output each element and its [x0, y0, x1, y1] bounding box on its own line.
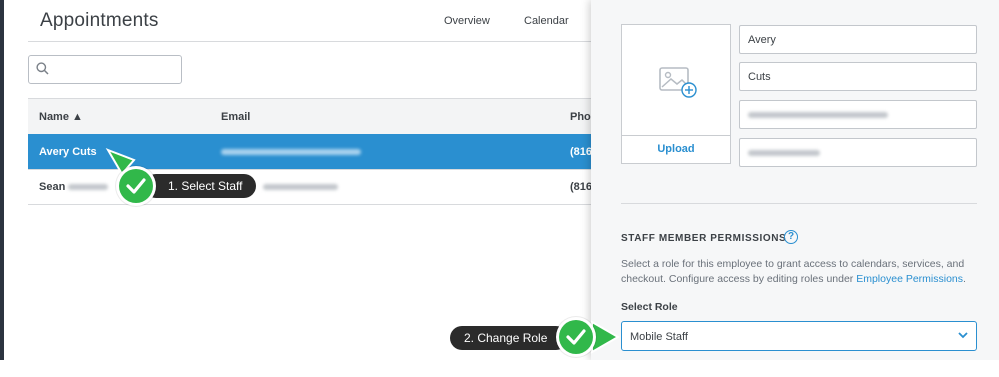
first-name-field[interactable]: Avery — [739, 25, 977, 54]
checkmark-icon — [566, 329, 586, 345]
image-add-icon — [659, 67, 697, 98]
phone-field[interactable] — [739, 138, 977, 167]
checkmark-badge — [116, 166, 156, 206]
email-redacted — [748, 112, 888, 118]
header-divider — [28, 41, 613, 42]
callout-step2: 2. Change Role — [450, 326, 568, 350]
row-email-redacted — [221, 149, 361, 155]
nav-calendar[interactable]: Calendar — [524, 15, 569, 27]
email-field[interactable] — [739, 100, 977, 129]
permissions-description: Select a role for this employee to grant… — [621, 257, 981, 287]
help-icon[interactable]: ? — [784, 230, 798, 244]
checkmark-icon — [126, 178, 146, 194]
callout-step1: 1. Select Staff — [144, 174, 256, 198]
column-header-name[interactable]: Name ▲ — [39, 111, 83, 123]
section-divider — [621, 203, 977, 204]
row-name: Avery Cuts — [39, 146, 97, 158]
upload-button[interactable]: Upload — [622, 143, 730, 155]
row-name: Sean — [39, 181, 66, 193]
bottom-strip — [0, 360, 999, 377]
employee-permissions-link[interactable]: Employee Permissions — [856, 273, 963, 285]
checkmark-badge — [556, 317, 596, 357]
row-email-redacted — [263, 184, 338, 190]
phone-redacted — [748, 150, 820, 156]
last-name-field[interactable]: Cuts — [739, 62, 977, 91]
photo-upload-box[interactable]: Upload — [621, 24, 731, 164]
row-name-redacted — [68, 184, 108, 190]
app-window: Appointments Overview Calendar Name ▲ Em… — [4, 0, 999, 360]
role-select-value: Mobile Staff — [630, 331, 688, 343]
page-title: Appointments — [40, 10, 159, 31]
search-input[interactable] — [28, 55, 182, 84]
search-icon — [36, 62, 49, 75]
column-header-email[interactable]: Email — [221, 111, 250, 123]
nav-overview[interactable]: Overview — [444, 15, 490, 27]
last-name-value: Cuts — [748, 71, 771, 83]
first-name-value: Avery — [748, 34, 776, 46]
permissions-description-end: . — [963, 273, 966, 285]
photo-placeholder[interactable] — [622, 25, 730, 136]
row-phone: (816 — [570, 146, 593, 158]
select-role-label: Select Role — [621, 301, 678, 313]
row-phone: (816 — [570, 181, 593, 193]
permissions-heading: STAFF MEMBER PERMISSIONS — [621, 233, 787, 244]
role-select[interactable]: Mobile Staff — [621, 321, 977, 351]
staff-detail-panel: Upload Avery Cuts STAFF MEMBER PERMISSIO… — [591, 0, 999, 360]
table-header: Name ▲ Email Phon — [28, 98, 613, 135]
chevron-down-icon — [958, 332, 968, 339]
